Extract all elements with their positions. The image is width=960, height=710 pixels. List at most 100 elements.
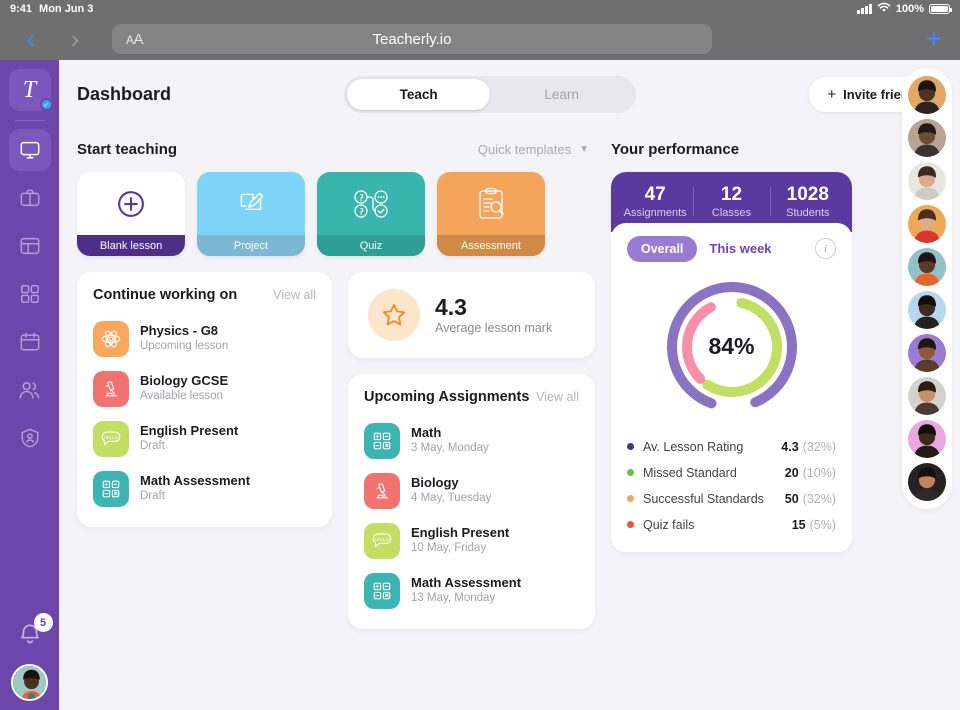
browser-toolbar: ‹ › AA Teacherly.io +	[0, 18, 960, 60]
page-title: Dashboard	[77, 84, 172, 104]
sidebar-item-dashboard[interactable]	[8, 129, 51, 171]
tab-this-week[interactable]: This week	[709, 241, 771, 256]
sidebar-item-library[interactable]	[9, 225, 51, 267]
card-blank-lesson[interactable]: Blank lesson	[77, 172, 185, 256]
legend-item: Missed Standard 20 (10%)	[627, 460, 836, 486]
performance-tabs: Overall This week i	[611, 223, 852, 266]
tab-learn[interactable]: Learn	[490, 79, 633, 110]
main-content: Dashboard Teach Learn + Invite friends S…	[59, 60, 960, 710]
card-quiz[interactable]: Quiz	[317, 172, 425, 256]
card-label: Assessment	[437, 235, 545, 256]
item-title: Math	[411, 425, 442, 441]
chevron-left-icon[interactable]: ‹	[14, 26, 48, 52]
list-item[interactable]: Physics - G8 Upcoming lesson	[77, 314, 332, 364]
card-label: Blank lesson	[77, 235, 185, 256]
item-subtitle: 3 May, Monday	[411, 442, 489, 455]
notifications-button[interactable]: 5	[17, 613, 53, 652]
chevron-right-icon[interactable]: ›	[58, 26, 92, 52]
bell-icon	[17, 624, 43, 651]
sidebar-item-students[interactable]	[9, 369, 51, 411]
avatar[interactable]	[908, 334, 946, 372]
item-title: Biology GCSE	[140, 373, 229, 389]
avatar[interactable]	[908, 76, 946, 114]
legend-percent: (32%)	[802, 439, 836, 454]
teach-learn-toggle[interactable]: Teach Learn	[344, 76, 637, 113]
avatar[interactable]	[908, 162, 946, 200]
list-item[interactable]: HELLO English Present 10 May, Friday	[348, 516, 595, 566]
legend-label: Successful Standards	[643, 491, 764, 506]
tab-overall[interactable]: Overall	[627, 235, 698, 262]
list-item[interactable]: Biology GCSE Available lesson	[77, 364, 332, 414]
avatar[interactable]	[908, 248, 946, 286]
card-assessment[interactable]: Assessment	[437, 172, 545, 256]
text-size-button[interactable]: AA	[126, 31, 144, 48]
item-title: Math Assessment	[411, 575, 522, 591]
avatar[interactable]	[11, 664, 48, 701]
legend-item: Av. Lesson Rating 4.3 (32%)	[627, 434, 836, 460]
app-logo[interactable]: T ✓	[8, 69, 53, 111]
legend-dot	[627, 495, 634, 503]
avatar[interactable]	[908, 291, 946, 329]
address-bar[interactable]: AA Teacherly.io	[112, 24, 712, 54]
item-subtitle: Draft	[140, 490, 165, 503]
card-label: Quiz	[317, 235, 425, 256]
item-subtitle: 4 May, Tuesday	[411, 492, 492, 505]
card-project[interactable]: Project	[197, 172, 305, 256]
legend-dot	[627, 443, 634, 451]
item-subtitle: Available lesson	[140, 390, 223, 403]
legend-item: Successful Standards 50 (32%)	[627, 486, 836, 512]
quick-templates-label: Quick templates	[477, 141, 572, 157]
ios-status-bar: 9:41 Mon Jun 3 100%	[0, 0, 960, 18]
calculator-icon	[364, 573, 400, 609]
notification-count: 5	[33, 613, 53, 632]
stat-value: 47	[644, 184, 666, 205]
item-title: English Present	[140, 423, 239, 439]
sidebar-item-account[interactable]	[9, 417, 51, 459]
battery-percent: 100%	[895, 3, 924, 15]
stat-assignments: 47 Assignments	[617, 183, 693, 219]
list-item[interactable]: Biology 4 May, Tuesday	[348, 466, 595, 516]
legend-value: 50	[784, 491, 799, 506]
view-all-link[interactable]: View all	[273, 288, 316, 302]
avatar[interactable]	[908, 377, 946, 415]
design-pencil-icon	[197, 172, 305, 235]
list-item[interactable]: HELLO English Present Draft	[77, 414, 332, 464]
item-subtitle: 10 May, Friday	[411, 542, 487, 555]
sidebar-item-calendar[interactable]	[9, 321, 51, 363]
panel-header: Continue working on View all	[77, 272, 332, 314]
battery-icon	[929, 4, 953, 14]
chevron-down-icon: ▼	[579, 143, 589, 155]
stat-students: 1028 Students	[769, 183, 846, 219]
stat-value: 1028	[786, 184, 829, 205]
list-item[interactable]: Math Assessment Draft	[77, 464, 332, 514]
microscope-icon	[93, 371, 129, 407]
avatar[interactable]	[908, 205, 946, 243]
avatar[interactable]	[908, 463, 946, 501]
status-date: Mon Jun 3	[39, 3, 94, 15]
svg-text:HELLO: HELLO	[104, 435, 119, 440]
legend-percent: (5%)	[809, 517, 836, 532]
list-item[interactable]: Math Assessment 13 May, Monday	[348, 566, 595, 616]
plus-icon[interactable]: +	[926, 25, 946, 53]
info-icon[interactable]: i	[815, 238, 836, 260]
panel-title: Continue working on	[93, 287, 238, 303]
average-mark-card: 4.3 Average lesson mark	[348, 272, 595, 358]
legend-percent: (32%)	[802, 491, 836, 506]
avatar[interactable]	[908, 420, 946, 458]
quick-templates-dropdown[interactable]: Quick templates ▼	[478, 142, 589, 157]
stat-label: Classes	[711, 206, 752, 219]
list-item[interactable]: Math 3 May, Monday	[348, 416, 595, 466]
sidebar-item-apps[interactable]	[9, 273, 51, 315]
plus-circle-icon	[77, 172, 185, 235]
sidebar: T ✓ 5	[0, 60, 59, 710]
view-all-link[interactable]: View all	[536, 390, 579, 404]
item-title: Biology	[411, 475, 459, 491]
monitor-icon	[19, 139, 41, 161]
sidebar-divider	[14, 120, 45, 121]
legend-label: Av. Lesson Rating	[643, 439, 744, 454]
item-subtitle: Draft	[140, 440, 165, 453]
sidebar-item-lessons[interactable]	[9, 177, 51, 219]
performance-legend: Av. Lesson Rating 4.3 (32%) Missed Stand…	[611, 434, 852, 538]
avatar[interactable]	[908, 119, 946, 157]
tab-teach[interactable]: Teach	[347, 79, 491, 110]
